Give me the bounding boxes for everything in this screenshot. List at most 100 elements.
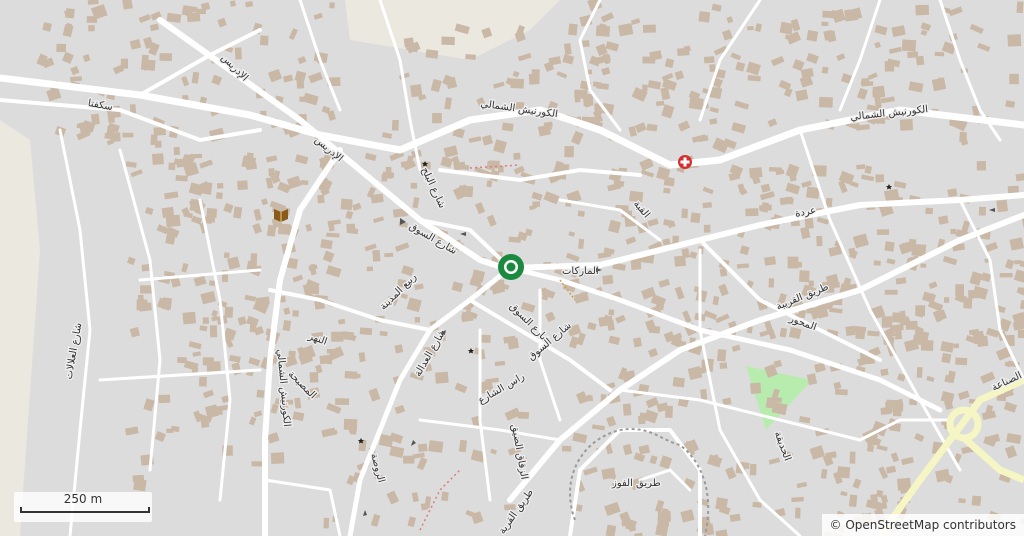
building [234,47,242,60]
building [880,368,889,377]
building [202,317,210,325]
attribution-text[interactable]: © OpenStreetMap contributors [830,518,1016,532]
map-canvas[interactable]: سكفتا الإدريس الإدريس الكورنيش الشمالي ا… [0,0,1024,536]
building [901,39,917,52]
building [698,11,711,23]
building [580,292,588,299]
building [845,325,856,336]
building [931,77,947,92]
building [391,119,399,131]
building [458,185,474,198]
building [908,238,917,251]
building [577,210,585,217]
building [749,167,763,179]
building [866,444,875,453]
building [681,208,688,219]
building [793,261,802,268]
building [266,224,277,237]
building [331,331,344,342]
building [896,477,912,491]
building [340,198,353,211]
building [78,121,92,135]
building [177,357,187,364]
building [513,152,521,160]
building [348,427,356,433]
building [1007,34,1022,47]
building [335,398,350,405]
building [856,164,866,170]
building [848,494,858,508]
building [855,331,865,340]
building [703,224,711,233]
building [976,161,986,171]
building [978,206,987,216]
building [805,186,820,199]
building [795,507,801,519]
building [578,238,585,249]
building [761,202,770,213]
building [501,122,514,132]
building [592,81,602,88]
building [300,179,309,186]
building [884,289,898,295]
building [346,223,356,233]
building [480,334,491,343]
building [677,47,690,56]
building [233,206,243,219]
building [690,212,701,224]
building [915,4,930,16]
building [901,242,909,252]
building [326,349,338,354]
building [309,372,319,383]
building [646,123,658,132]
building [237,180,248,191]
building [270,452,285,464]
attribution[interactable]: © OpenStreetMap contributors [821,514,1024,536]
building [672,376,686,388]
building [821,21,829,27]
building [703,56,715,64]
building [655,302,665,311]
building [602,274,614,285]
building [870,494,879,506]
building [873,260,881,266]
building [999,273,1013,278]
building [122,132,134,138]
building [325,354,333,365]
building [382,171,395,179]
building [907,51,919,59]
building [182,311,197,325]
street-label: طريق الفوز [611,478,661,489]
building [1007,185,1019,194]
building [531,69,540,81]
building [420,503,429,511]
building [150,134,158,146]
building [158,394,171,404]
building [719,362,728,369]
building [816,235,823,247]
building [622,403,632,416]
building [206,208,218,218]
building [1009,73,1019,85]
building [747,26,754,31]
building [943,297,950,303]
building [458,439,468,453]
building [86,16,98,23]
building [120,58,128,69]
building [425,49,439,59]
building [825,197,833,208]
building [958,498,966,504]
building [764,256,777,266]
building [745,208,759,217]
building [791,496,804,503]
building [716,349,727,362]
building [925,207,934,215]
building [494,360,506,367]
building [410,182,418,189]
building [196,8,206,15]
building [532,201,541,207]
street-label: الماركات [562,266,599,277]
building [256,389,265,399]
hospital-icon[interactable] [678,155,692,169]
location-marker-icon[interactable] [498,254,524,280]
